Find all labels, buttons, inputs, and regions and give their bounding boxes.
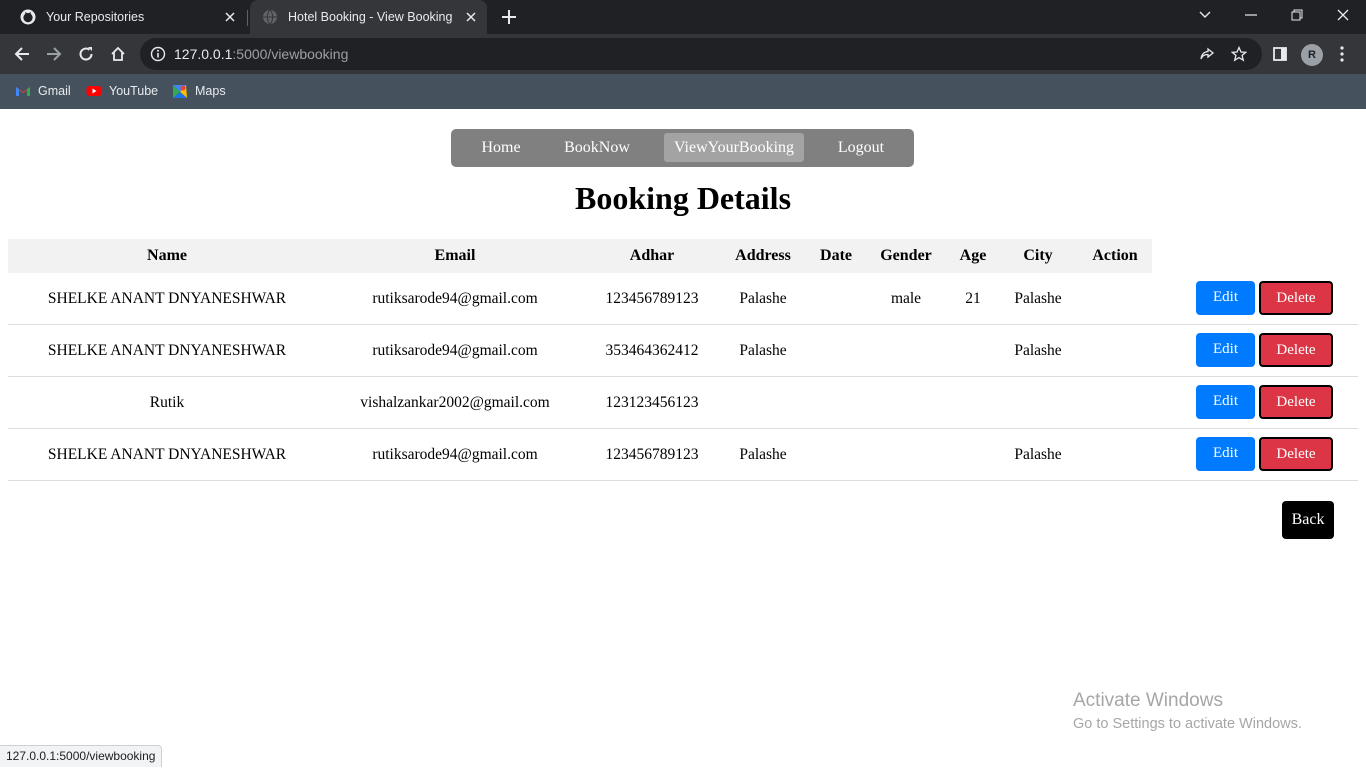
maps-icon	[173, 85, 187, 98]
bookmarks-bar: Gmail YouTube Maps	[0, 74, 1366, 109]
url-host: 127.0.0.1	[174, 46, 233, 62]
cell-adhar: 353464362412	[605, 342, 699, 359]
delete-button[interactable]: Delete	[1259, 333, 1333, 367]
github-icon	[20, 9, 36, 25]
browser-tabstrip: Your Repositories Hotel Booking - View B…	[0, 0, 1366, 34]
table-row: SHELKE ANANT DNYANESHWAR rutiksarode94@g…	[8, 325, 1358, 377]
cell-address: Palashe	[739, 446, 787, 463]
minimize-icon[interactable]	[1228, 0, 1274, 30]
nav-logout-link[interactable]: Logout	[829, 133, 893, 162]
table-row: Rutik vishalzankar2002@gmail.com 1231234…	[8, 377, 1358, 429]
share-icon[interactable]	[1198, 45, 1216, 63]
forward-arrow-icon[interactable]	[42, 42, 66, 66]
watermark-title: Activate Windows	[1073, 690, 1223, 711]
cell-adhar: 123456789123	[605, 446, 699, 463]
edit-button[interactable]: Edit	[1196, 385, 1255, 419]
edit-button[interactable]: Edit	[1196, 333, 1255, 367]
bookmark-youtube[interactable]: YouTube	[86, 82, 158, 100]
col-header-age: Age	[959, 247, 987, 264]
watermark-subtitle: Go to Settings to activate Windows.	[1073, 716, 1302, 732]
edit-button[interactable]: Edit	[1196, 281, 1255, 315]
cell-adhar: 123456789123	[605, 290, 699, 307]
new-tab-plus-icon[interactable]	[498, 6, 520, 28]
url-path: :5000/viewbooking	[232, 46, 349, 62]
cell-adhar: 123123456123	[605, 394, 699, 411]
table-row: SHELKE ANANT DNYANESHWAR rutiksarode94@g…	[8, 429, 1358, 481]
col-header-city: City	[1023, 247, 1053, 264]
cell-city: Palashe	[1014, 290, 1062, 307]
menu-kebab-icon[interactable]	[1330, 42, 1354, 66]
star-bookmark-icon[interactable]	[1230, 45, 1248, 63]
cell-city: Palashe	[1014, 342, 1062, 359]
cell-email: vishalzankar2002@gmail.com	[360, 394, 550, 411]
col-header-email: Email	[434, 247, 476, 264]
top-navbar: Home BookNow ViewYourBooking Logout	[451, 129, 914, 167]
tab-hotel-booking[interactable]: Hotel Booking - View Booking	[250, 0, 487, 34]
cell-email: rutiksarode94@gmail.com	[372, 446, 538, 463]
reload-icon[interactable]	[74, 42, 98, 66]
bookmark-maps[interactable]: Maps	[172, 82, 226, 100]
cell-name: SHELKE ANANT DNYANESHWAR	[47, 342, 287, 359]
address-bar[interactable]: 127.0.0.1:5000/viewbooking	[140, 38, 1262, 70]
table-row: SHELKE ANANT DNYANESHWAR rutiksarode94@g…	[8, 273, 1358, 325]
youtube-icon	[86, 86, 102, 96]
cell-gender: male	[890, 290, 922, 307]
side-panel-icon[interactable]	[1268, 42, 1292, 66]
tab-separator	[247, 10, 248, 26]
cell-email: rutiksarode94@gmail.com	[372, 290, 538, 307]
window-close-icon[interactable]	[1320, 0, 1366, 30]
gmail-icon	[16, 87, 30, 96]
tab-title: Hotel Booking - View Booking	[288, 10, 453, 24]
nav-booknow-link[interactable]: BookNow	[555, 133, 639, 162]
delete-button[interactable]: Delete	[1259, 281, 1333, 315]
cell-city: Palashe	[1014, 446, 1062, 463]
profile-avatar[interactable]: R	[1301, 44, 1323, 66]
bookmark-label: Gmail	[38, 84, 71, 98]
nav-viewyourbooking-link[interactable]: ViewYourBooking	[664, 133, 804, 162]
edit-button[interactable]: Edit	[1196, 437, 1255, 471]
bookmark-label: Maps	[195, 84, 226, 98]
delete-button[interactable]: Delete	[1259, 437, 1333, 471]
tab-your-repositories[interactable]: Your Repositories	[8, 0, 246, 34]
col-header-date: Date	[820, 247, 852, 264]
cell-address: Palashe	[739, 342, 787, 359]
globe-icon	[263, 9, 277, 25]
nav-home-link[interactable]: Home	[469, 133, 533, 162]
cell-name: SHELKE ANANT DNYANESHWAR	[47, 446, 287, 463]
table-header: Name Email Adhar Address Date Gender Age…	[8, 239, 1152, 273]
col-header-adhar: Adhar	[629, 247, 675, 264]
back-arrow-icon[interactable]	[10, 42, 34, 66]
cell-name: Rutik	[149, 394, 185, 411]
info-icon[interactable]	[150, 46, 166, 62]
tab-title: Your Repositories	[46, 10, 145, 24]
browser-toolbar: 127.0.0.1:5000/viewbooking R	[0, 34, 1366, 74]
home-icon[interactable]	[106, 42, 130, 66]
cell-age: 21	[965, 290, 981, 307]
status-bar-url: 127.0.0.1:5000/viewbooking	[0, 745, 163, 767]
cell-address: Palashe	[739, 290, 787, 307]
delete-button[interactable]: Delete	[1259, 385, 1333, 419]
restore-icon[interactable]	[1274, 0, 1320, 30]
col-header-action: Action	[1092, 247, 1138, 264]
cell-name: SHELKE ANANT DNYANESHWAR	[47, 290, 287, 307]
tab-search-chevron-down-icon[interactable]	[1182, 0, 1228, 30]
col-header-gender: Gender	[880, 247, 932, 264]
back-button[interactable]: Back	[1282, 501, 1334, 539]
activate-windows-watermark: Activate Windows Go to Settings to activ…	[1073, 690, 1302, 734]
col-header-name: Name	[147, 247, 187, 264]
url-text: 127.0.0.1:5000/viewbooking	[174, 38, 348, 70]
bookmark-gmail[interactable]: Gmail	[15, 82, 71, 100]
col-header-address: Address	[735, 247, 791, 264]
bookmark-label: YouTube	[109, 84, 159, 98]
close-icon[interactable]	[461, 7, 481, 27]
cell-email: rutiksarode94@gmail.com	[372, 342, 538, 359]
close-icon[interactable]	[220, 7, 240, 27]
page-title: Booking Details	[574, 180, 792, 216]
